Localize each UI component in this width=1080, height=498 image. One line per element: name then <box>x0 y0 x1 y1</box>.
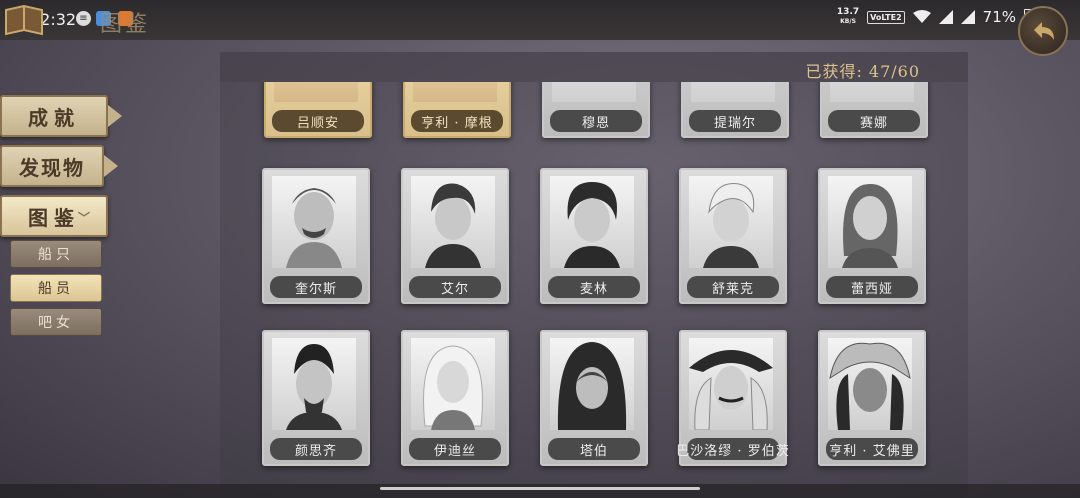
crew-name: 亨利 · 摩根 <box>411 110 503 132</box>
portrait-icon <box>842 184 898 268</box>
signal-icon-2 <box>960 10 975 24</box>
header-title: 图鉴 <box>100 12 151 37</box>
net-speed: 13.7 KB/S <box>837 8 859 26</box>
home-indicator[interactable] <box>380 487 700 490</box>
portrait-image <box>272 338 356 430</box>
crew-card[interactable]: 穆恩 <box>542 82 650 138</box>
tab-achievements[interactable]: 成就 <box>0 95 122 137</box>
count-value: 47/60 <box>868 62 920 81</box>
crew-card[interactable]: 提瑞尔 <box>681 82 789 138</box>
portrait-icon <box>829 342 911 430</box>
tab-discoveries[interactable]: 发现物 <box>0 145 118 187</box>
crew-card[interactable]: 亨利 · 摩根 <box>403 82 511 138</box>
collection-count: 已获得: 47/60 <box>805 58 920 82</box>
portrait-image <box>691 82 775 102</box>
crew-name: 塔伯 <box>548 438 640 460</box>
tab-codex[interactable]: 图鉴 ﹀ <box>0 195 108 237</box>
crew-name: 蕾西娅 <box>826 276 918 298</box>
crew-card[interactable]: 吕顺安 <box>264 82 372 138</box>
tab-label: 成就 <box>28 105 80 130</box>
portrait-icon <box>564 182 620 268</box>
crew-name: 亨利 · 艾佛里 <box>826 438 918 460</box>
crew-card[interactable]: 赛娜 <box>820 82 928 138</box>
status-right: 13.7 KB/S VoLTE2 71% <box>837 8 1034 26</box>
crew-name: 艾尔 <box>409 276 501 298</box>
crew-card[interactable]: 塔伯 <box>540 330 648 466</box>
count-label: 已获得: <box>805 62 863 81</box>
tab-arrow-icon <box>108 105 122 127</box>
subtab-label: 船只 <box>38 247 74 263</box>
signal-icon <box>938 10 953 24</box>
subtab-barmaids[interactable]: 吧女 <box>10 308 102 336</box>
crew-name: 舒莱克 <box>687 276 779 298</box>
crew-card[interactable]: 舒莱克 <box>679 168 787 304</box>
portrait-icon <box>703 183 759 268</box>
portrait-image <box>272 176 356 268</box>
crew-card[interactable]: 麦林 <box>540 168 648 304</box>
crew-card[interactable]: 巴沙洛缪 · 罗伯茨 <box>676 330 789 466</box>
crew-name: 吕顺安 <box>272 110 364 132</box>
tab-arrow-icon <box>104 155 118 177</box>
portrait-image <box>552 82 636 102</box>
portrait-image <box>411 176 495 268</box>
crew-name: 颜思齐 <box>270 438 362 460</box>
portrait-image <box>828 338 912 430</box>
crew-name-text: 巴沙洛缪 · 罗伯茨 <box>676 443 790 459</box>
net-speed-unit: KB/S <box>840 18 856 25</box>
crew-card[interactable]: 蕾西娅 <box>818 168 926 304</box>
subtab-ships[interactable]: 船只 <box>10 240 102 268</box>
portrait-image <box>689 338 773 430</box>
portrait-icon <box>286 344 342 430</box>
book-icon <box>5 4 43 36</box>
crew-name: 巴沙洛缪 · 罗伯茨 <box>676 438 789 460</box>
portrait-image <box>411 338 495 430</box>
portrait-image <box>550 176 634 268</box>
crew-name: 提瑞尔 <box>689 110 781 132</box>
subtab-crew[interactable]: 船员 <box>10 274 102 302</box>
message-icon: ≡ <box>76 11 91 26</box>
crew-card[interactable]: 亨利 · 艾佛里 <box>818 330 926 466</box>
portrait-image <box>828 176 912 268</box>
portrait-icon <box>286 188 342 268</box>
tab-label: 图鉴 <box>28 205 80 230</box>
crew-name: 奎尔斯 <box>270 276 362 298</box>
portrait-icon <box>689 350 773 430</box>
crew-card[interactable]: 颜思齐 <box>262 330 370 466</box>
crew-name: 伊迪丝 <box>409 438 501 460</box>
crew-card[interactable]: 奎尔斯 <box>262 168 370 304</box>
status-bar: 22:32 ≡ 13.7 KB/S VoLTE2 71% <box>0 0 1080 40</box>
portrait-image <box>689 176 773 268</box>
crew-name: 麦林 <box>548 276 640 298</box>
subtab-label: 船员 <box>38 281 74 297</box>
back-button[interactable] <box>1018 6 1068 56</box>
crew-grid[interactable]: 吕顺安 亨利 · 摩根 穆恩 提瑞尔 赛娜 奎尔斯 艾尔 麦林 舒莱克 蕾西娅 … <box>220 82 968 498</box>
net-speed-value: 13.7 <box>836 7 860 17</box>
crew-card[interactable]: 艾尔 <box>401 168 509 304</box>
chevron-down-icon: ﹀ <box>77 211 96 225</box>
volte-badge: VoLTE2 <box>867 10 905 24</box>
battery-percent: 71% <box>982 8 1016 26</box>
wifi-icon <box>912 10 931 23</box>
portrait-image <box>550 338 634 430</box>
portrait-image <box>413 82 497 102</box>
portrait-icon <box>425 183 481 268</box>
portrait-image <box>830 82 914 102</box>
portrait-icon <box>423 345 483 430</box>
crew-name: 赛娜 <box>828 110 920 132</box>
portrait-image <box>274 82 358 102</box>
portrait-icon <box>557 342 627 430</box>
subtab-label: 吧女 <box>38 315 74 331</box>
crew-card[interactable]: 伊迪丝 <box>401 330 509 466</box>
tab-label: 发现物 <box>19 155 85 180</box>
back-arrow-icon <box>1034 22 1054 40</box>
crew-name: 穆恩 <box>550 110 642 132</box>
